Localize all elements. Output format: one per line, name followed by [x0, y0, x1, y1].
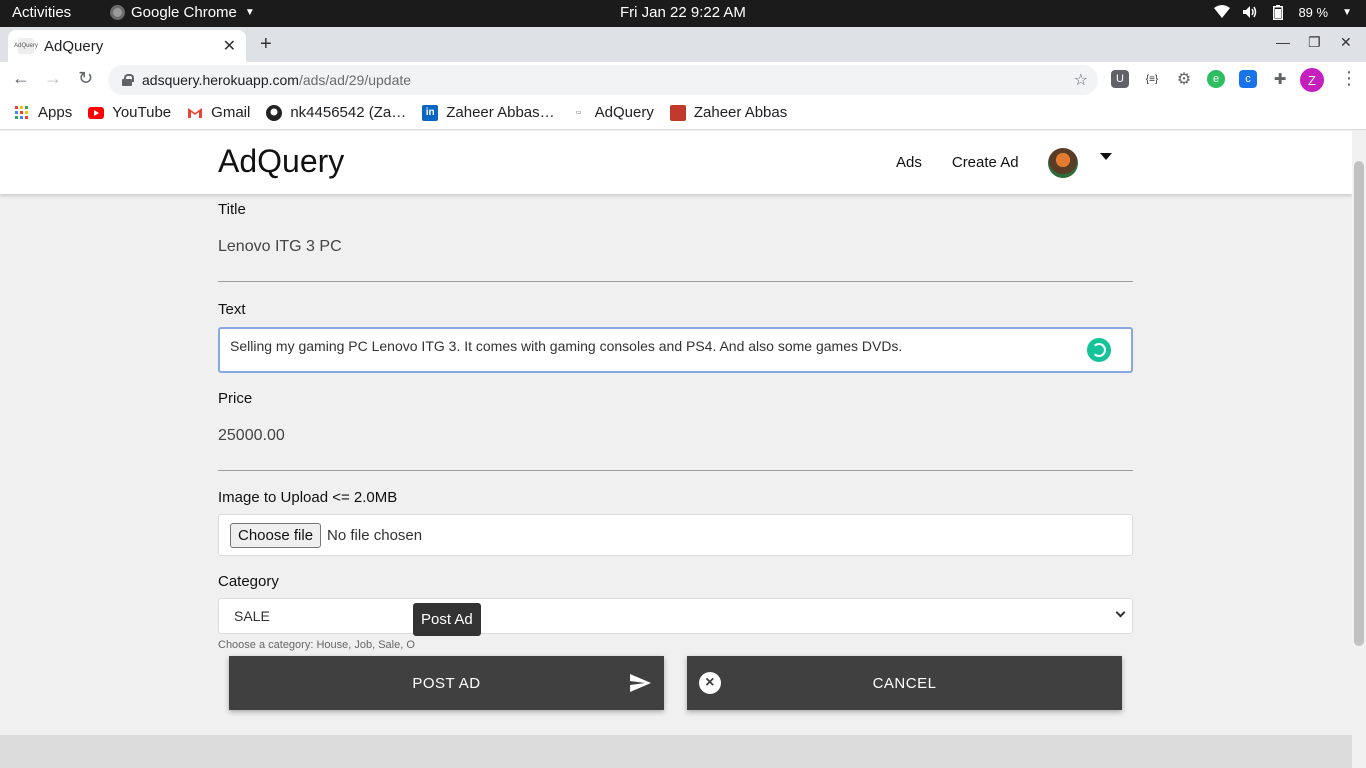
activities-button[interactable]: Activities — [12, 4, 71, 21]
chrome-icon — [110, 5, 125, 20]
grammarly-icon[interactable] — [1087, 338, 1111, 362]
image-upload-label: Image to Upload <= 2.0MB — [218, 489, 398, 506]
nav-ads[interactable]: Ads — [896, 154, 922, 171]
bookmark-label: YouTube — [112, 104, 172, 121]
post-ad-tooltip: Post Ad — [413, 603, 481, 636]
price-input[interactable]: 25000.00 — [218, 407, 1133, 471]
new-tab-icon[interactable]: + — [260, 33, 272, 56]
page-viewport: AdQuery Ads Create Ad Title Lenovo ITG 3… — [0, 131, 1352, 768]
cancel-label: CANCEL — [872, 674, 937, 692]
bookmark-linkedin[interactable]: in Zaheer Abbas… — [422, 104, 555, 121]
nav-create-ad[interactable]: Create Ad — [952, 154, 1019, 171]
close-tab-icon[interactable]: ✕ — [223, 36, 236, 56]
page-scrollbar[interactable] — [1352, 131, 1366, 768]
bookmark-github[interactable]: nk4456542 (Za… — [266, 104, 406, 121]
bookmark-label: nk4456542 (Za… — [290, 104, 407, 121]
bookmark-label: AdQuery — [594, 104, 654, 121]
youtube-icon — [88, 105, 105, 121]
scrollbar-thumb[interactable] — [1354, 161, 1364, 646]
evernote-extension-icon[interactable]: e — [1207, 70, 1225, 88]
json-extension-icon[interactable]: {≡} — [1143, 70, 1161, 88]
app-menu[interactable]: Google Chrome ▼ — [110, 4, 255, 21]
bookmark-profile[interactable]: Zaheer Abbas — [669, 104, 788, 121]
os-top-bar: Activities Google Chrome ▼ Fri Jan 22 9:… — [0, 0, 1366, 27]
clock[interactable]: Fri Jan 22 9:22 AM — [620, 4, 746, 21]
ublock-extension-icon[interactable]: U — [1111, 70, 1129, 88]
linkedin-icon: in — [422, 104, 439, 121]
user-avatar[interactable] — [1048, 148, 1078, 178]
bookmark-label: Apps — [38, 104, 73, 121]
bookmark-label: Gmail — [211, 104, 251, 121]
text-textarea[interactable]: Selling my gaming PC Lenovo ITG 3. It co… — [218, 327, 1133, 373]
browser-toolbar: ← → ↻ adsquery.herokuapp.com/ads/ad/29/u… — [0, 62, 1366, 96]
chevron-down-icon — [1115, 607, 1126, 618]
bookmarks-bar: Apps YouTube Gmail nk4456542 (Za… in Zah… — [0, 96, 1366, 130]
gmail-icon — [187, 105, 203, 121]
chevron-down-icon: ▼ — [1342, 6, 1352, 18]
title-label: Title — [218, 201, 246, 218]
bookmark-youtube[interactable]: YouTube — [88, 104, 171, 121]
brand-logo[interactable]: AdQuery — [218, 143, 344, 180]
tab-title: AdQuery — [44, 37, 104, 55]
send-icon — [628, 671, 652, 695]
battery-percent: 89 % — [1298, 4, 1329, 20]
reload-icon[interactable]: ↻ — [78, 68, 93, 89]
file-upload-field: Choose file No file chosen — [218, 514, 1133, 556]
file-status: No file chosen — [327, 526, 423, 544]
page-footer — [0, 735, 1352, 768]
github-icon — [266, 104, 283, 121]
post-ad-label: POST AD — [412, 674, 481, 692]
adquery-icon: ▭ — [575, 110, 582, 116]
chevron-down-icon: ▼ — [244, 7, 255, 18]
site-nav: Ads Create Ad — [896, 154, 1019, 171]
dropdown-caret-icon[interactable] — [1100, 153, 1112, 160]
adquery-favicon-icon: AdQuery — [14, 38, 38, 54]
wifi-icon — [1214, 4, 1231, 20]
bookmark-gmail[interactable]: Gmail — [187, 104, 250, 121]
cancel-button[interactable]: × CANCEL — [687, 656, 1122, 710]
minimize-icon[interactable]: — — [1276, 34, 1290, 50]
settings-extension-icon[interactable]: ⚙ — [1175, 70, 1193, 88]
system-tray[interactable]: 89 % ▼ — [1214, 4, 1352, 20]
forward-arrow-icon[interactable]: → — [44, 68, 62, 89]
bookmark-star-icon[interactable]: ☆ — [1074, 70, 1088, 90]
apps-grid-icon — [14, 105, 30, 121]
choose-file-button[interactable]: Choose file — [230, 522, 322, 548]
tab-strip: AdQuery AdQuery ✕ + — ❐ ✕ — [0, 27, 1366, 62]
bookmark-label: Zaheer Abbas — [693, 104, 788, 121]
address-bar[interactable]: adsquery.herokuapp.com/ads/ad/29/update … — [108, 65, 1098, 95]
price-label: Price — [218, 390, 253, 407]
url-host: adsquery.herokuapp.com — [142, 72, 299, 88]
app-menu-label: Google Chrome — [131, 4, 237, 21]
site-header: AdQuery Ads Create Ad — [0, 131, 1352, 194]
bookmark-adquery[interactable]: ▭ AdQuery — [571, 104, 654, 121]
title-input[interactable]: Lenovo ITG 3 PC — [218, 218, 1133, 282]
text-value: Selling my gaming PC Lenovo ITG 3. It co… — [230, 338, 903, 354]
battery-icon — [1270, 4, 1286, 20]
bookmark-label: Zaheer Abbas… — [446, 104, 555, 121]
blue-extension-icon[interactable]: c — [1239, 70, 1257, 88]
category-label: Category — [218, 573, 279, 590]
profile-avatar[interactable]: Z — [1300, 68, 1324, 92]
category-selected-value: SALE — [234, 608, 270, 624]
restore-icon[interactable]: ❐ — [1308, 34, 1321, 51]
post-ad-button[interactable]: POST AD — [229, 656, 664, 710]
ad-update-form: Title Lenovo ITG 3 PC Text Selling my ga… — [218, 201, 1133, 651]
category-select[interactable]: SALE — [218, 598, 1133, 634]
close-window-icon[interactable]: ✕ — [1340, 34, 1352, 51]
lock-icon — [122, 74, 134, 86]
more-menu-icon[interactable]: ⋮ — [1340, 68, 1358, 89]
puzzle-extensions-icon[interactable]: ✚ — [1271, 70, 1289, 88]
browser-tab[interactable]: AdQuery AdQuery ✕ — [8, 30, 246, 62]
url-path: /ads/ad/29/update — [298, 72, 412, 88]
category-helper-text: Choose a category: House, Job, Sale, O — [218, 639, 415, 651]
back-arrow-icon[interactable]: ← — [12, 68, 30, 89]
volume-icon — [1242, 4, 1258, 20]
close-circle-icon: × — [699, 672, 721, 694]
bookmark-apps[interactable]: Apps — [14, 104, 72, 121]
text-label: Text — [218, 301, 246, 318]
profile-photo-icon — [669, 104, 686, 121]
